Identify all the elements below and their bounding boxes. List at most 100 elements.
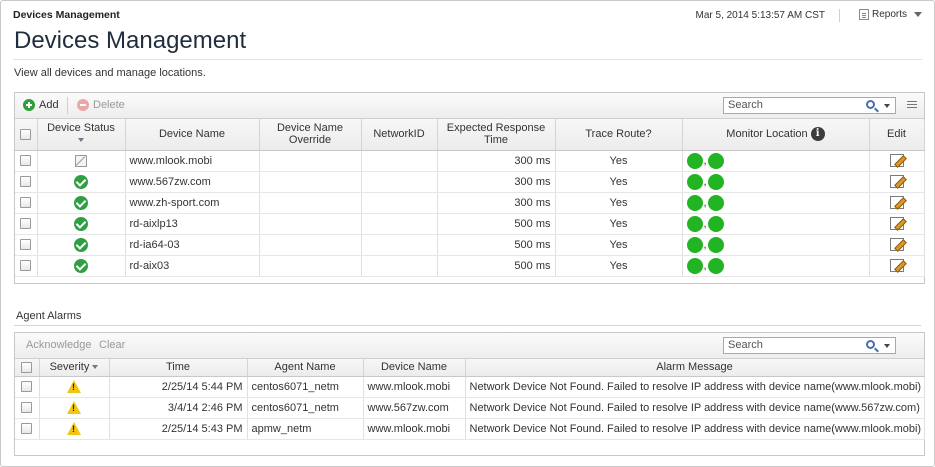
column-header-device-name[interactable]: Device Name xyxy=(363,359,466,377)
row-checkbox[interactable] xyxy=(20,176,32,188)
table-row[interactable]: 2/25/14 5:44 PM centos6071_netm www.mloo… xyxy=(15,376,925,398)
delete-label: Delete xyxy=(93,99,125,111)
column-header-network-id[interactable]: NetworkID xyxy=(361,119,438,151)
separator: , xyxy=(703,175,707,188)
current-datetime: Mar 5, 2014 5:13:57 AM CST xyxy=(695,10,825,21)
column-header-expected-response[interactable]: Expected Response Time xyxy=(437,119,556,151)
add-button[interactable]: Add xyxy=(23,99,59,111)
acknowledge-button[interactable]: Acknowledge xyxy=(26,339,91,351)
clear-label: Clear xyxy=(99,339,126,351)
chevron-down-icon xyxy=(914,12,922,17)
table-row[interactable]: www.567zw.com 300 ms Yes , xyxy=(15,171,925,193)
edit-icon[interactable] xyxy=(889,238,904,251)
status-ok-icon xyxy=(74,237,88,252)
report-icon xyxy=(858,9,869,20)
network-id xyxy=(361,255,438,277)
agent-name: apmw_netm xyxy=(247,418,364,440)
row-checkbox[interactable] xyxy=(20,155,32,167)
column-header-override[interactable]: Device Name Override xyxy=(259,119,362,151)
expected-response-time: 300 ms xyxy=(437,171,556,193)
device-name-override xyxy=(259,192,362,214)
column-header-device-name[interactable]: Device Name xyxy=(125,119,260,151)
column-label: Trace Route? xyxy=(585,128,652,141)
alarms-search-input[interactable]: Search xyxy=(723,337,896,354)
table-row[interactable]: rd-aixlp13 500 ms Yes , xyxy=(15,213,925,235)
chevron-down-icon[interactable] xyxy=(884,104,890,108)
location-status-dot xyxy=(686,236,703,253)
search-icon[interactable] xyxy=(866,100,875,109)
table-row[interactable]: rd-aix03 500 ms Yes , xyxy=(15,255,925,277)
separator: , xyxy=(703,196,707,209)
breadcrumb: Devices Management xyxy=(13,9,120,21)
page-title: Devices Management xyxy=(14,27,247,54)
select-all-checkbox[interactable] xyxy=(21,361,33,373)
separator: , xyxy=(703,238,707,251)
column-header-severity[interactable]: Severity xyxy=(39,359,110,377)
row-checkbox[interactable] xyxy=(20,197,32,209)
delete-icon xyxy=(77,99,89,111)
devices-panel: Add Delete Search Device Status Device N… xyxy=(14,92,925,284)
device-name: rd-aix03 xyxy=(125,255,260,277)
delete-button[interactable]: Delete xyxy=(77,99,125,111)
column-label: Edit xyxy=(887,128,906,141)
device-name: www.mlook.mobi xyxy=(363,418,466,440)
trace-route: Yes xyxy=(555,171,683,193)
table-row[interactable]: www.zh-sport.com 300 ms Yes , xyxy=(15,192,925,214)
add-icon xyxy=(23,99,35,111)
row-checkbox[interactable] xyxy=(20,239,32,251)
row-checkbox[interactable] xyxy=(21,381,33,393)
trace-route: Yes xyxy=(555,150,683,172)
column-header-agent-name[interactable]: Agent Name xyxy=(247,359,364,377)
location-status-dot xyxy=(686,257,703,274)
expected-response-time: 500 ms xyxy=(437,213,556,235)
devices-search-input[interactable]: Search xyxy=(723,97,896,114)
separator: , xyxy=(703,259,707,272)
network-id xyxy=(361,213,438,235)
column-header-monitor-location[interactable]: Monitor Location i xyxy=(682,119,870,151)
search-icon[interactable] xyxy=(866,340,875,349)
location-status-dot xyxy=(707,215,724,232)
edit-icon[interactable] xyxy=(889,154,904,167)
clear-button[interactable]: Clear xyxy=(99,339,125,351)
location-status-dot xyxy=(707,152,724,169)
table-row[interactable]: www.mlook.mobi 300 ms Yes , xyxy=(15,150,925,172)
location-status-dot xyxy=(686,215,703,232)
info-icon[interactable]: i xyxy=(810,127,825,142)
column-header-time[interactable]: Time xyxy=(109,359,248,377)
row-checkbox[interactable] xyxy=(20,218,32,230)
row-checkbox[interactable] xyxy=(21,423,33,435)
chevron-down-icon[interactable] xyxy=(884,344,890,348)
sort-desc-icon xyxy=(78,138,84,143)
alarms-table: Severity Time Agent Name Device Name Ala… xyxy=(15,359,925,440)
column-label: Agent Name xyxy=(274,361,336,374)
select-all-checkbox-cell[interactable] xyxy=(15,119,38,151)
row-checkbox[interactable] xyxy=(21,402,33,414)
table-row[interactable]: rd-ia64-03 500 ms Yes , xyxy=(15,234,925,256)
edit-icon[interactable] xyxy=(889,217,904,230)
expected-response-time: 500 ms xyxy=(437,234,556,256)
reports-label: Reports xyxy=(871,9,907,20)
agent-name: centos6071_netm xyxy=(247,376,364,398)
reports-menu-button[interactable]: Reports xyxy=(858,9,922,20)
expected-response-time: 500 ms xyxy=(437,255,556,277)
column-label: Device Name xyxy=(380,361,448,374)
location-status-dot xyxy=(707,173,724,190)
location-status-dot xyxy=(707,236,724,253)
column-header-status[interactable]: Device Status xyxy=(37,119,126,151)
edit-icon[interactable] xyxy=(889,259,904,272)
table-row[interactable]: 3/4/14 2:46 PM centos6071_netm www.567zw… xyxy=(15,397,925,419)
edit-icon[interactable] xyxy=(889,175,904,188)
device-name-override xyxy=(259,213,362,235)
warning-icon xyxy=(67,401,81,414)
select-all-checkbox[interactable] xyxy=(20,128,32,140)
column-settings-icon[interactable] xyxy=(907,101,917,110)
device-name-override xyxy=(259,150,362,172)
edit-icon[interactable] xyxy=(889,196,904,209)
row-checkbox[interactable] xyxy=(20,260,32,272)
table-row[interactable]: 2/25/14 5:43 PM apmw_netm www.mlook.mobi… xyxy=(15,418,925,440)
column-header-alarm-message[interactable]: Alarm Message xyxy=(465,359,925,377)
column-header-trace-route[interactable]: Trace Route? xyxy=(555,119,683,151)
alarms-toolbar: Acknowledge Clear Search xyxy=(15,333,924,359)
alarm-time: 3/4/14 2:46 PM xyxy=(109,397,248,419)
device-name: www.mlook.mobi xyxy=(363,376,466,398)
